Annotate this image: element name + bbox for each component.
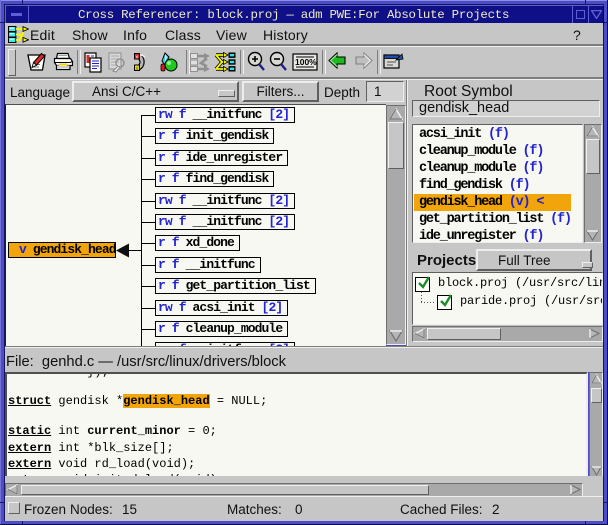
svg-text:100%: 100% <box>295 57 317 67</box>
svg-text:s: s <box>135 65 138 72</box>
